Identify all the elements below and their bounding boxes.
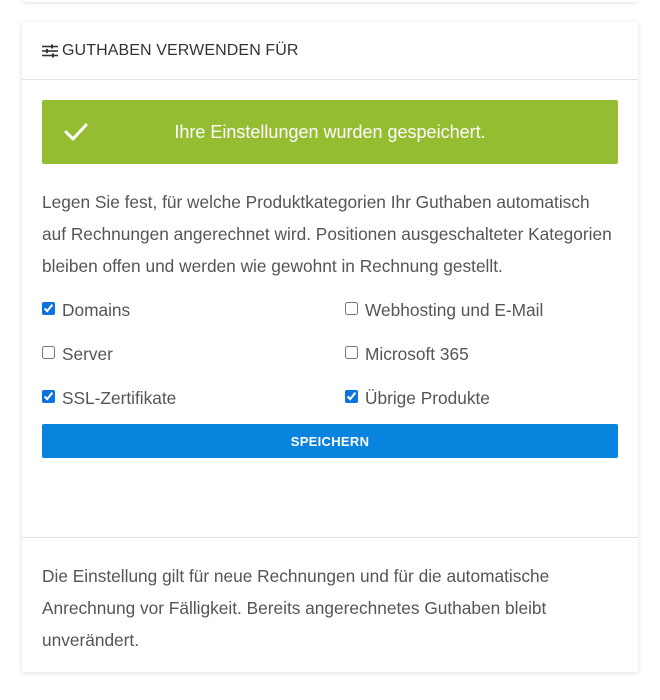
option-label: Webhosting und E-Mail bbox=[365, 300, 544, 320]
option-label: Übrige Produkte bbox=[365, 388, 490, 408]
webhosting-checkbox[interactable] bbox=[345, 302, 358, 315]
server-checkbox[interactable] bbox=[42, 346, 55, 359]
option-microsoft-365[interactable]: Microsoft 365 bbox=[345, 342, 618, 372]
alert-message: Ihre Einstellungen wurden gespeichert. bbox=[174, 121, 486, 142]
save-button[interactable]: SPEICHERN bbox=[42, 424, 618, 458]
option-ssl[interactable]: SSL-Zertifikate bbox=[42, 386, 345, 416]
microsoft-365-checkbox[interactable] bbox=[345, 346, 358, 359]
card-header: GUTHABEN VERWENDEN FÜR bbox=[22, 22, 638, 80]
option-other-products[interactable]: Übrige Produkte bbox=[345, 386, 618, 416]
checkmark-icon bbox=[64, 120, 88, 144]
option-label: Domains bbox=[62, 300, 131, 320]
description-text: Legen Sie fest, für welche Produktkatego… bbox=[42, 192, 612, 276]
option-webhosting[interactable]: Webhosting und E-Mail bbox=[345, 298, 618, 328]
previous-card-edge bbox=[22, 0, 638, 2]
option-server[interactable]: Server bbox=[42, 342, 345, 372]
option-domains[interactable]: Domains bbox=[42, 298, 345, 328]
sliders-icon bbox=[42, 44, 58, 58]
success-alert: Ihre Einstellungen wurden gespeichert. bbox=[42, 100, 618, 164]
ssl-checkbox[interactable] bbox=[42, 390, 55, 403]
domains-checkbox[interactable] bbox=[42, 302, 55, 315]
other-products-checkbox[interactable] bbox=[345, 390, 358, 403]
option-label: Microsoft 365 bbox=[365, 344, 469, 364]
card-body: Ihre Einstellungen wurden gespeichert. L… bbox=[22, 80, 638, 458]
footer-note: Die Einstellung gilt für neue Rechnungen… bbox=[22, 537, 638, 656]
option-label: Server bbox=[62, 344, 113, 364]
category-options: Domains Webhosting und E-Mail Server Mic… bbox=[42, 298, 618, 416]
option-label: SSL-Zertifikate bbox=[62, 388, 177, 408]
card-title: GUTHABEN VERWENDEN FÜR bbox=[62, 41, 299, 59]
credit-settings-card: GUTHABEN VERWENDEN FÜR Ihre Einstellunge… bbox=[22, 22, 638, 672]
